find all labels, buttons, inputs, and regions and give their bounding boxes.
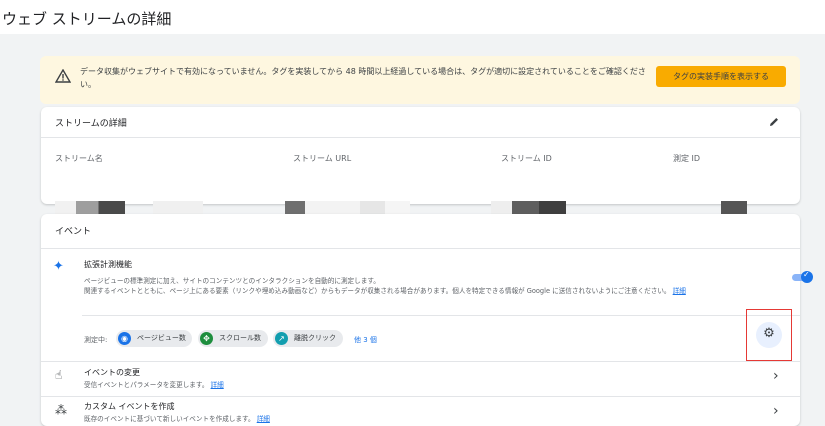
sparkle-click-icon: ⁂	[55, 403, 67, 417]
create-custom-event-title: カスタム イベントを作成	[84, 402, 175, 411]
move-icon: ✥	[200, 332, 213, 345]
events-header: イベント	[41, 214, 800, 249]
enhanced-measurement-toggle[interactable]: ✓	[792, 270, 814, 283]
chip-page-views[interactable]: ◉ ページビュー数	[116, 330, 192, 347]
learn-more-link[interactable]: 詳細	[673, 287, 686, 295]
events-title: イベント	[55, 227, 92, 237]
stream-name-label: ストリーム名	[55, 154, 103, 163]
chip-scrolls[interactable]: ✥ スクロール数	[198, 330, 268, 347]
highlight-box: ⚙	[746, 309, 792, 361]
measuring-label: 測定中:	[84, 336, 108, 344]
sparkle-icon: ✦	[53, 259, 64, 274]
description-line-2: 関連するイベントとともに、ページ上にある要素（リンクや埋め込み動画など）からもデ…	[84, 286, 671, 295]
divider	[41, 361, 800, 362]
stream-details-title: ストリームの詳細	[55, 119, 127, 129]
enhanced-measurement-description: ページビューの標準測定に加え、サイトのコンテンツとのインタラクションを自動的に測…	[84, 277, 749, 296]
check-icon: ✓	[801, 270, 813, 283]
pencil-icon[interactable]	[768, 116, 780, 128]
more-events-link[interactable]: 他 3 個	[354, 335, 377, 345]
chip-outbound-clicks[interactable]: ↗ 離脱クリック	[273, 330, 343, 347]
create-custom-event-description: 既存のイベントに基づいて新しいイベントを作成します。 詳細	[84, 415, 270, 423]
measurement-id-label: 測定 ID	[673, 154, 701, 163]
divider	[82, 315, 800, 316]
stream-url-label: ストリーム URL	[293, 154, 352, 163]
chip-label: スクロール数	[219, 334, 261, 342]
main-content: データ収集がウェブサイトで有効になっていません。タグを実装してから 48 時間以…	[0, 34, 825, 426]
show-tag-instructions-button[interactable]: タグの実装手順を表示する	[656, 66, 786, 87]
modify-events-title: イベントの変更	[84, 368, 140, 377]
page-header: ウェブ ストリームの詳細	[0, 0, 825, 34]
warning-icon	[55, 69, 71, 83]
create-custom-event-learn-more-link[interactable]: 詳細	[257, 415, 270, 423]
modify-events-learn-more-link[interactable]: 詳細	[211, 381, 224, 389]
eye-icon: ◉	[118, 332, 131, 345]
click-icon: ↗	[275, 332, 288, 345]
chevron-right-icon: ›	[773, 403, 779, 419]
divider	[41, 396, 800, 397]
stream-details-card: ストリームの詳細 ストリーム名 ストリーム URL ストリーム ID 測定 ID	[41, 107, 800, 216]
modify-events-description: 受信イベントとパラメータを変更します。 詳細	[84, 381, 224, 389]
settings-button[interactable]: ⚙	[756, 322, 782, 348]
chevron-right-icon: ›	[773, 368, 779, 384]
chip-label: ページビュー数	[137, 334, 186, 342]
description-line-1: ページビューの標準測定に加え、サイトのコンテンツとのインタラクションを自動的に測…	[84, 277, 380, 285]
warning-banner: データ収集がウェブサイトで有効になっていません。タグを実装してから 48 時間以…	[40, 56, 800, 104]
events-card: イベント ✦ 拡張計測機能 ページビューの標準測定に加え、サイトのコンテンツとの…	[41, 214, 813, 426]
banner-message: データ収集がウェブサイトで有効になっていません。タグを実装してから 48 時間以…	[80, 67, 646, 89]
touch-icon: ☝	[55, 368, 63, 382]
page-title: ウェブ ストリームの詳細	[2, 10, 172, 28]
enhanced-measurement-title: 拡張計測機能	[84, 260, 132, 269]
card-header: ストリームの詳細	[41, 107, 800, 138]
chip-label: 離脱クリック	[294, 334, 336, 342]
gear-icon: ⚙	[763, 326, 775, 341]
stream-id-label: ストリーム ID	[501, 154, 552, 163]
